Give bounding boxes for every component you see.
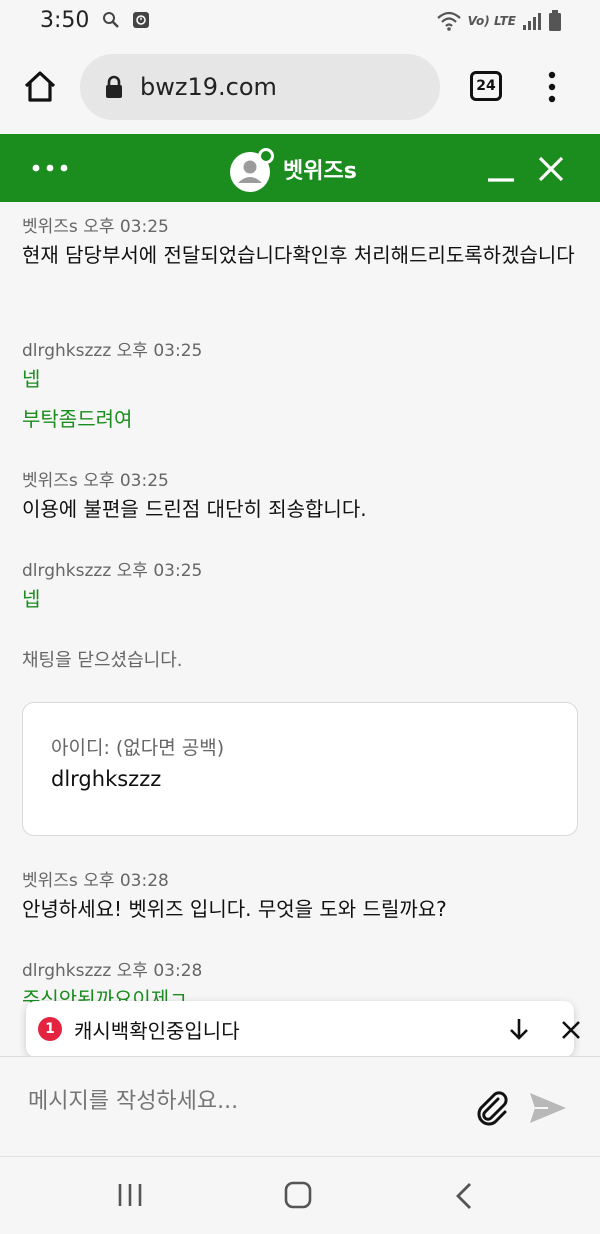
system-message: 채팅을 닫으셨습니다. bbox=[22, 650, 183, 671]
message-time: 오후 03:25 bbox=[116, 341, 203, 361]
search-icon bbox=[103, 12, 119, 28]
status-bar: 3:50 Vo) LTE bbox=[0, 0, 600, 42]
message-meta: 벳위즈s 오후 03:25 bbox=[22, 212, 169, 237]
home-nav-icon[interactable] bbox=[284, 1181, 312, 1209]
message-list[interactable]: 벳위즈s 오후 03:25 현재 담당부서에 전달되었습니다확인후 처리해드리도… bbox=[0, 202, 600, 1054]
app-notification-icon bbox=[133, 12, 149, 28]
message-time: 오후 03:25 bbox=[83, 471, 169, 491]
close-icon[interactable] bbox=[536, 154, 566, 184]
browser-toolbar: bwz19.com 24 bbox=[0, 42, 600, 134]
message-meta: dlrghkszzz 오후 03:28 bbox=[22, 956, 202, 981]
sender-name: 벳위즈s bbox=[22, 471, 78, 491]
message-time: 오후 03:28 bbox=[83, 871, 169, 891]
message-meta: 벳위즈s 오후 03:28 bbox=[22, 866, 169, 891]
message-time: 오후 03:28 bbox=[116, 961, 203, 981]
notification-popup[interactable]: 1 캐시백확인중입니다 bbox=[26, 1001, 580, 1057]
arrow-down-icon[interactable] bbox=[508, 1017, 530, 1041]
message-text: 안녕하세요! 벳위즈 입니다. 무엇을 도와 드릴까요? bbox=[22, 897, 447, 921]
url-text: bwz19.com bbox=[140, 73, 277, 101]
message-composer bbox=[0, 1056, 600, 1156]
status-icons: Vo) LTE bbox=[436, 9, 562, 33]
message-time: 오후 03:25 bbox=[83, 217, 169, 237]
notification-text[interactable]: 캐시백확인중입니다 bbox=[74, 1015, 240, 1044]
agent-avatar bbox=[230, 148, 274, 192]
message-input[interactable] bbox=[28, 1089, 448, 1114]
form-value: dlrghkszzz bbox=[51, 767, 162, 791]
recents-icon[interactable] bbox=[116, 1181, 144, 1209]
sender-name: 벳위즈s bbox=[22, 871, 78, 891]
more-vert-icon[interactable] bbox=[542, 69, 562, 105]
sender-name: dlrghkszzz bbox=[22, 341, 112, 361]
message-meta: 벳위즈s 오후 03:25 bbox=[22, 466, 169, 491]
system-nav-bar bbox=[0, 1156, 600, 1234]
chat-title: 벳위즈s bbox=[283, 159, 357, 184]
back-icon[interactable] bbox=[454, 1181, 474, 1211]
id-form-card: 아이디: (없다면 공백) dlrghkszzz bbox=[22, 702, 578, 836]
message-text: 현재 담당부서에 전달되었습니다확인후 처리해드리도록하겠습니다 bbox=[22, 243, 575, 267]
home-icon[interactable] bbox=[22, 68, 58, 104]
chat-header: 벳위즈s bbox=[0, 134, 600, 202]
battery-icon bbox=[549, 10, 561, 31]
sender-name: dlrghkszzz bbox=[22, 561, 112, 581]
close-icon[interactable] bbox=[560, 1019, 582, 1041]
signal-icon bbox=[523, 13, 541, 30]
message-text: 넵 bbox=[22, 587, 41, 611]
message-text: 넵 bbox=[22, 367, 41, 391]
network-label: Vo) LTE bbox=[467, 14, 516, 28]
online-indicator bbox=[258, 148, 274, 164]
minimize-icon[interactable] bbox=[486, 156, 516, 186]
message-meta: dlrghkszzz 오후 03:25 bbox=[22, 556, 202, 581]
message-time: 오후 03:25 bbox=[116, 561, 203, 581]
tab-switcher-button[interactable]: 24 bbox=[470, 71, 502, 101]
sender-name: 벳위즈s bbox=[22, 217, 78, 237]
lock-icon bbox=[106, 75, 122, 98]
address-bar[interactable]: bwz19.com bbox=[80, 54, 440, 120]
message-text: 이용에 불편을 드린점 대단히 죄송합니다. bbox=[22, 497, 367, 521]
form-label: 아이디: (없다면 공백) bbox=[51, 737, 225, 759]
more-horiz-icon[interactable] bbox=[30, 156, 70, 180]
status-time: 3:50 bbox=[40, 8, 90, 33]
wifi-icon bbox=[436, 11, 461, 31]
paperclip-icon[interactable] bbox=[472, 1087, 512, 1127]
message-text: 부탁좀드려여 bbox=[22, 407, 133, 431]
send-icon[interactable] bbox=[528, 1091, 568, 1125]
message-meta: dlrghkszzz 오후 03:25 bbox=[22, 336, 202, 361]
sender-name: dlrghkszzz bbox=[22, 961, 112, 981]
unread-count-badge: 1 bbox=[38, 1017, 62, 1041]
